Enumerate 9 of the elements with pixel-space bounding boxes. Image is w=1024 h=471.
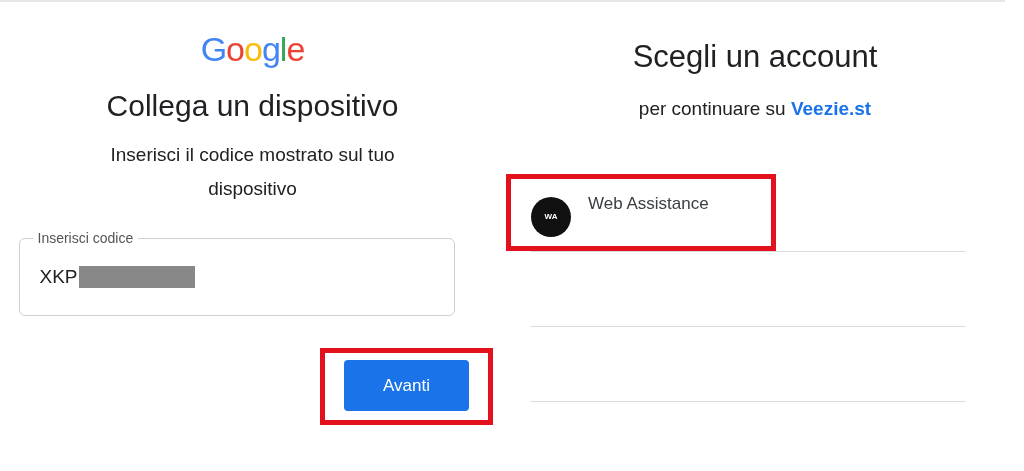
page-title: Collega un dispositivo <box>106 88 399 124</box>
account-item[interactable]: WA Web Assistance <box>506 173 776 251</box>
instruction-text: Inserisci il codice mostrato sul tuo dispositivo <box>109 143 396 201</box>
subtitle-text: per continuare su Veezie.st <box>638 97 872 122</box>
logo: Google <box>200 32 305 66</box>
page-title: Scegli un account <box>632 38 878 76</box>
next-button[interactable]: Avanti <box>344 360 469 411</box>
code-field[interactable]: Inserisci codice XKP <box>18 228 455 316</box>
avatar-icon: WA <box>531 196 571 237</box>
